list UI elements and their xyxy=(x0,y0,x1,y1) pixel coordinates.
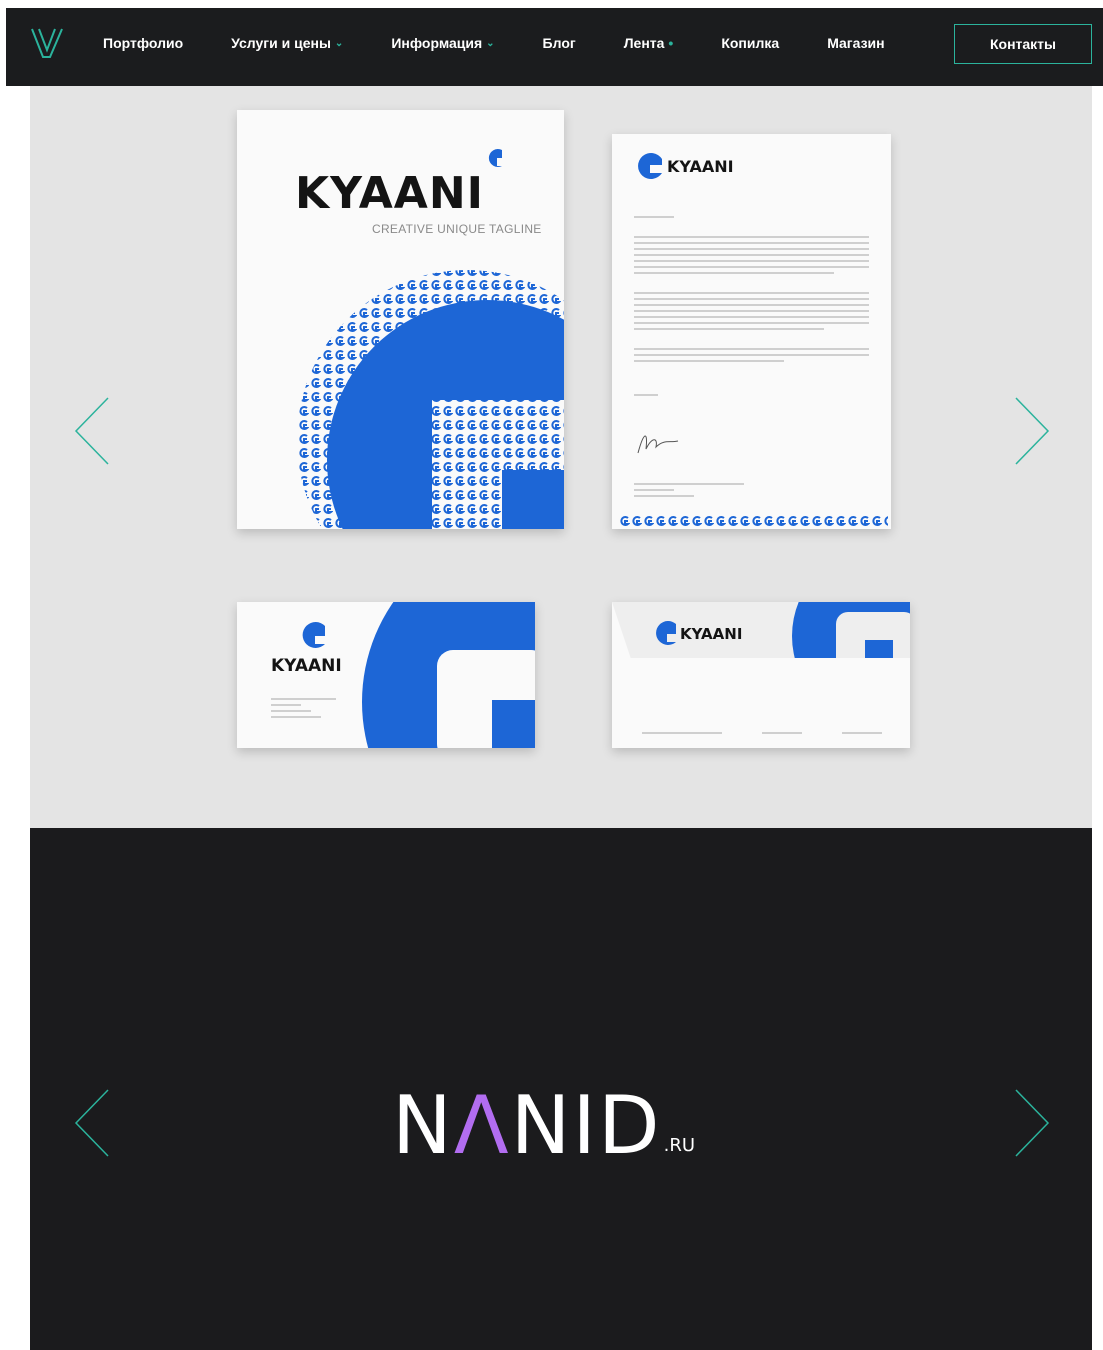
nav-item-portfolio[interactable]: Портфолио xyxy=(103,35,183,51)
nanid-logo-accent: Λ xyxy=(453,1079,511,1172)
book-brand: KYAANI xyxy=(295,168,485,219)
nanid-logo-part: NID xyxy=(510,1079,662,1172)
letterhead-pattern xyxy=(618,514,888,528)
nav-item-blog[interactable]: Блог xyxy=(543,35,576,51)
envelope-footer xyxy=(642,728,882,738)
envelope-mockup: KYAANI xyxy=(612,602,910,748)
letter-footer-text xyxy=(634,479,744,501)
next-arrow-icon[interactable] xyxy=(1010,396,1050,466)
nanid-logo-part: N xyxy=(392,1079,454,1172)
main-nav: Портфолио Услуги и цены ⌄ Информация ⌄ Бло… xyxy=(103,8,933,78)
letter-body-text xyxy=(634,212,869,400)
nav-label: Информация xyxy=(391,35,483,51)
nav-item-shop[interactable]: Магазин xyxy=(827,35,884,51)
contacts-button[interactable]: Контакты xyxy=(954,24,1092,64)
new-dot-icon: • xyxy=(668,35,674,51)
page: Портфолио Услуги и цены ⌄ Информация ⌄ Бло… xyxy=(0,0,1103,1350)
book-cover-mockup: KYAANI CREATIVE UNIQUE TAGLINE xyxy=(237,110,564,529)
nav-item-services[interactable]: Услуги и цены ⌄ xyxy=(231,35,343,51)
letterhead-mockup: KYAANI xyxy=(612,134,891,529)
chevron-down-icon: ⌄ xyxy=(334,37,344,49)
nav-item-piggybank[interactable]: Копилка xyxy=(721,35,779,51)
kyaani-logo-icon xyxy=(638,153,662,179)
nanid-logo-tld: .RU xyxy=(663,1135,696,1156)
portfolio-slide-kyaani: KYAANI CREATIVE UNIQUE TAGLINE KYAANI KY… xyxy=(30,86,1092,828)
prev-arrow-icon[interactable] xyxy=(74,396,114,466)
envelope-brand: KYAANI xyxy=(680,625,743,643)
business-card-mockup: KYAANI xyxy=(237,602,535,748)
nav-item-info[interactable]: Информация ⌄ xyxy=(391,35,494,51)
business-card-brand: KYAANI xyxy=(271,656,342,676)
business-card-details xyxy=(271,694,336,722)
chevron-down-icon: ⌄ xyxy=(486,37,495,49)
nav-label: Магазин xyxy=(827,35,885,51)
site-header: Портфолио Услуги и цены ⌄ Информация ⌄ Бло… xyxy=(6,8,1103,86)
book-tagline: CREATIVE UNIQUE TAGLINE xyxy=(372,222,542,236)
nav-label: Копилка xyxy=(721,35,780,51)
v-logo-icon[interactable] xyxy=(30,26,64,60)
nav-item-feed[interactable]: Лента • xyxy=(624,35,674,51)
portfolio-slide-nanid: N Λ NID .RU xyxy=(30,828,1092,1350)
letterhead-brand: KYAANI xyxy=(667,157,734,176)
signature-icon xyxy=(637,435,679,454)
nav-label: Блог xyxy=(542,35,576,51)
prev-arrow-icon[interactable] xyxy=(74,1088,114,1158)
nav-label: Лента xyxy=(623,35,665,51)
nav-label: Услуги и цены xyxy=(231,35,331,51)
nav-label: Портфолио xyxy=(103,35,184,51)
nanid-logo: N Λ NID .RU xyxy=(392,1086,695,1166)
next-arrow-icon[interactable] xyxy=(1010,1088,1050,1158)
envelope-graphic xyxy=(612,602,910,748)
